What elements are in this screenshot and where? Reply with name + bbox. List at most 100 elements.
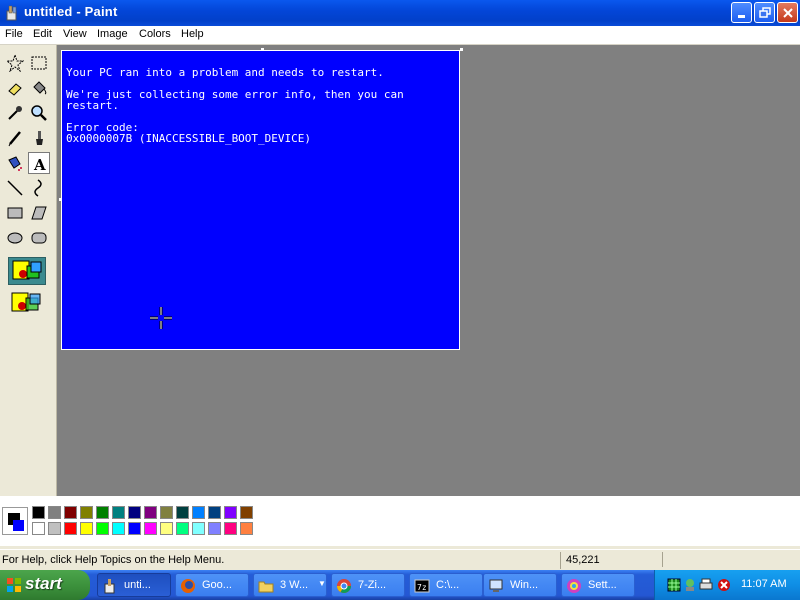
task-windows[interactable]: Win...	[483, 573, 557, 597]
rectangle-icon	[7, 207, 23, 219]
palette-swatch[interactable]	[128, 506, 141, 519]
palette-swatch[interactable]	[224, 522, 237, 535]
palette-swatch[interactable]	[144, 506, 157, 519]
palette-swatch[interactable]	[192, 506, 205, 519]
window-title: untitled - Paint	[24, 4, 118, 19]
start-label: start	[25, 574, 62, 593]
printer-icon[interactable]	[699, 578, 713, 592]
palette-swatch[interactable]	[224, 506, 237, 519]
minimize-button[interactable]	[731, 2, 752, 23]
rounded-rectangle-tool[interactable]	[28, 227, 50, 249]
restore-button[interactable]	[754, 2, 775, 23]
eyedropper-icon	[8, 106, 22, 120]
canvas-workspace[interactable]: Your PC ran into a problem and needs to …	[57, 45, 800, 496]
folder-icon	[258, 581, 274, 593]
menu-image[interactable]: Image	[97, 28, 128, 40]
ellipse-tool[interactable]	[4, 227, 26, 249]
pencil-tool[interactable]	[4, 127, 26, 149]
palette-swatch[interactable]	[176, 506, 189, 519]
palette-swatch[interactable]	[112, 506, 125, 519]
resize-handle-top[interactable]	[261, 48, 264, 51]
fill-tool[interactable]	[28, 77, 50, 99]
magnifier-icon	[31, 105, 47, 121]
transparent-option-clear[interactable]	[8, 290, 46, 318]
free-form-select-tool[interactable]	[4, 52, 26, 74]
palette-swatch[interactable]	[32, 506, 45, 519]
close-button[interactable]	[777, 2, 798, 23]
palette-swatch[interactable]	[128, 522, 141, 535]
task-label: C:\...	[436, 579, 460, 591]
palette-swatch[interactable]	[192, 522, 205, 535]
eraser-tool[interactable]	[4, 77, 26, 99]
task-explorer[interactable]: 3 W... ▼	[253, 573, 327, 597]
menu-edit[interactable]: Edit	[33, 28, 52, 40]
palette-swatch[interactable]	[96, 522, 109, 535]
task-label: Win...	[510, 579, 539, 591]
palette-swatch[interactable]	[96, 506, 109, 519]
security-alert-icon[interactable]	[717, 578, 731, 592]
bsod-line-7: 0x0000007B (INACCESSIBLE_BOOT_DEVICE)	[66, 132, 312, 145]
rectangle-tool[interactable]	[4, 202, 26, 224]
palette-swatch[interactable]	[80, 522, 93, 535]
settings-icon	[567, 579, 581, 593]
palette-swatch[interactable]	[208, 506, 221, 519]
palette-swatch[interactable]	[112, 522, 125, 535]
palette-swatch[interactable]	[160, 506, 173, 519]
transparent-option-opaque[interactable]	[8, 257, 46, 285]
menu-file[interactable]: File	[5, 28, 23, 40]
network-icon[interactable]	[683, 578, 697, 592]
text-tool[interactable]: A	[28, 152, 50, 174]
clock[interactable]: 11:07 AM	[741, 578, 787, 590]
palette-swatch[interactable]	[80, 506, 93, 519]
resize-handle-left[interactable]	[59, 198, 62, 201]
taskbar: start unti... Goo... 3 W... ▼ 7-Zi... 7z…	[0, 570, 800, 600]
status-help-text: For Help, click Help Topics on the Help …	[2, 554, 225, 566]
task-7zip[interactable]: 7z C:\...	[409, 573, 483, 597]
system-tray: 11:07 AM	[654, 570, 800, 600]
airbrush-tool[interactable]	[4, 152, 26, 174]
resize-handle-top-right[interactable]	[460, 48, 463, 51]
polygon-tool[interactable]	[28, 202, 50, 224]
pencil-icon	[8, 131, 21, 147]
palette-swatch[interactable]	[64, 506, 77, 519]
palette-swatch[interactable]	[240, 506, 253, 519]
rect-select-icon	[31, 56, 47, 70]
curve-tool[interactable]	[28, 177, 50, 199]
palette-swatch[interactable]	[240, 522, 253, 535]
palette-swatch[interactable]	[160, 522, 173, 535]
title-bar[interactable]: untitled - Paint	[0, 0, 800, 26]
menu-colors[interactable]: Colors	[139, 28, 171, 40]
task-label: unti...	[124, 579, 151, 591]
line-icon	[7, 180, 23, 196]
computer-icon	[489, 579, 503, 592]
palette-swatch[interactable]	[64, 522, 77, 535]
task-paint[interactable]: unti...	[97, 573, 171, 597]
star-select-icon	[6, 54, 24, 72]
palette-swatch[interactable]	[176, 522, 189, 535]
eraser-icon	[8, 83, 22, 96]
brush-tool[interactable]	[28, 127, 50, 149]
menu-help[interactable]: Help	[181, 28, 204, 40]
palette-swatch[interactable]	[144, 522, 157, 535]
green-grid-icon[interactable]	[667, 578, 681, 592]
palette-swatch[interactable]	[208, 522, 221, 535]
select-tool[interactable]	[28, 52, 50, 74]
task-browser[interactable]: Goo...	[175, 573, 249, 597]
opaque-shapes-icon	[12, 260, 42, 280]
close-icon	[783, 8, 793, 18]
palette-swatch[interactable]	[48, 522, 61, 535]
task-settings[interactable]: Sett...	[561, 573, 635, 597]
line-tool[interactable]	[4, 177, 26, 199]
palette-swatch[interactable]	[32, 522, 45, 535]
crosshair-cursor-icon	[150, 307, 172, 329]
drawing-canvas[interactable]: Your PC ran into a problem and needs to …	[61, 50, 460, 350]
pick-color-tool[interactable]	[4, 102, 26, 124]
palette-swatch[interactable]	[48, 506, 61, 519]
firefox-icon	[181, 579, 195, 593]
menu-view[interactable]: View	[63, 28, 87, 40]
start-button[interactable]: start	[0, 570, 90, 600]
task-label: Sett...	[588, 579, 617, 591]
toolbox: A	[0, 45, 57, 496]
task-chrome[interactable]: 7-Zi...	[331, 573, 405, 597]
magnifier-tool[interactable]	[28, 102, 50, 124]
